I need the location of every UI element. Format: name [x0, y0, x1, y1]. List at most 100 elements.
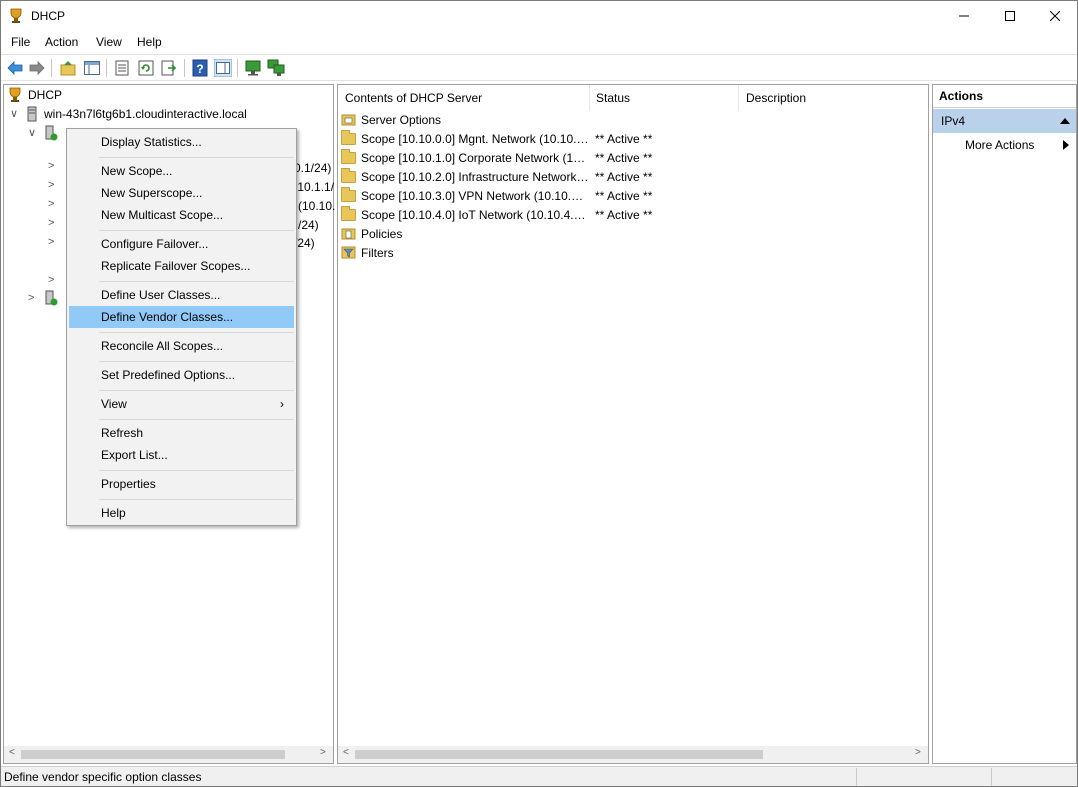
ctx-export-list[interactable]: Export List...	[69, 444, 294, 466]
scrollbar-thumb[interactable]	[355, 750, 763, 759]
tree-horizontal-scrollbar[interactable]: < >	[4, 746, 333, 763]
ctx-replicate-failover-scopes[interactable]: Replicate Failover Scopes...	[69, 255, 294, 277]
actions-section-label: IPv4	[941, 114, 966, 128]
chevron-right-icon[interactable]: >	[28, 292, 40, 304]
list-item[interactable]: Filters	[341, 243, 394, 262]
contents-horizontal-scrollbar[interactable]: < >	[338, 746, 928, 763]
ctx-configure-failover[interactable]: Configure Failover...	[69, 233, 294, 255]
scrollbar-thumb[interactable]	[21, 750, 285, 759]
actions-section-ipv4[interactable]: IPv4	[933, 109, 1076, 133]
chevron-down-icon[interactable]: ∨	[28, 126, 40, 139]
monitor-icon[interactable]	[244, 59, 262, 77]
back-arrow-icon[interactable]	[6, 59, 24, 77]
help-icon[interactable]: ?	[191, 59, 209, 77]
tree-item-scope[interactable]: >	[48, 194, 60, 213]
list-item[interactable]: Scope [10.10.4.0] IoT Network (10.10.4.1…	[341, 205, 652, 224]
column-header-contents[interactable]: Contents of DHCP Server	[338, 85, 590, 111]
ctx-separator	[99, 419, 294, 420]
scroll-right-icon[interactable]: >	[915, 747, 921, 758]
list-item[interactable]: Scope [10.10.0.0] Mgnt. Network (10.10.0…	[341, 129, 652, 148]
network-monitor-icon[interactable]	[267, 59, 285, 77]
tree-item-dhcp[interactable]: DHCP	[8, 85, 62, 104]
ctx-display-statistics[interactable]: Display Statistics...	[69, 131, 294, 153]
ctx-define-user-classes[interactable]: Define User Classes...	[69, 284, 294, 306]
policies-icon	[341, 228, 356, 240]
list-item-status: ** Active **	[595, 150, 653, 165]
folder-icon	[341, 205, 356, 221]
scroll-left-icon[interactable]: <	[343, 747, 349, 758]
contents-pane: Contents of DHCP Server Status Descripti…	[337, 84, 929, 764]
ctx-reconcile-all-scopes[interactable]: Reconcile All Scopes...	[69, 335, 294, 357]
server-options-icon	[341, 114, 356, 126]
list-item[interactable]: Policies	[341, 224, 402, 243]
collapse-up-icon[interactable]	[1060, 118, 1070, 124]
menu-help[interactable]: Help	[137, 35, 162, 49]
list-item-name: Server Options	[361, 112, 442, 127]
list-item-status: ** Active **	[595, 188, 653, 203]
tree-partial-label: /24)	[294, 235, 315, 250]
status-bar: Define vendor specific option classes	[1, 766, 1077, 786]
close-button[interactable]	[1032, 1, 1078, 31]
ctx-properties[interactable]: Properties	[69, 473, 294, 495]
ctx-view-label: View	[101, 397, 127, 411]
list-item-name: Scope [10.10.3.0] VPN Network (10.10.3.1…	[361, 188, 589, 203]
context-menu: Display Statistics... New Scope... New S…	[66, 128, 297, 526]
ctx-help[interactable]: Help	[69, 502, 294, 524]
ctx-view[interactable]: View ›	[69, 393, 294, 415]
ctx-define-vendor-classes[interactable]: Define Vendor Classes...	[69, 306, 294, 328]
actions-title: Actions	[933, 85, 1076, 108]
show-action-pane-icon[interactable]	[214, 59, 232, 77]
tree-partial-label: /24)	[298, 217, 319, 232]
menu-file[interactable]: File	[11, 35, 30, 49]
ctx-separator	[99, 157, 294, 158]
tree-item-scope[interactable]: >	[48, 156, 60, 175]
tree-item-scope[interactable]: >	[48, 213, 60, 232]
scroll-left-icon[interactable]: <	[9, 747, 15, 758]
chevron-right-icon[interactable]: >	[48, 198, 60, 210]
more-actions-link[interactable]: More Actions	[965, 138, 1034, 152]
chevron-down-icon[interactable]: ∨	[10, 107, 22, 120]
scroll-right-icon[interactable]: >	[320, 747, 326, 758]
properties-icon[interactable]	[113, 59, 131, 77]
forward-arrow-icon[interactable]	[28, 59, 46, 77]
chevron-right-icon[interactable]: >	[48, 160, 60, 172]
menu-view[interactable]: View	[96, 35, 122, 49]
tree-item-scope[interactable]: >	[48, 232, 60, 251]
ctx-refresh[interactable]: Refresh	[69, 422, 294, 444]
tree-item-ipv6[interactable]: >	[28, 288, 58, 307]
menu-action[interactable]: Action	[45, 35, 78, 49]
list-item-name: Scope [10.10.0.0] Mgnt. Network (10.10.0…	[361, 131, 589, 146]
up-folder-icon[interactable]	[59, 59, 77, 77]
tree-item-ipv4[interactable]: ∨	[28, 123, 58, 142]
tree-item-scope[interactable]: >	[48, 175, 60, 194]
column-header-status[interactable]: Status	[589, 85, 739, 111]
folder-icon	[341, 186, 356, 202]
ctx-separator	[99, 281, 294, 282]
list-item-name: Policies	[361, 226, 403, 241]
chevron-right-icon[interactable]: >	[48, 236, 60, 248]
chevron-right-icon[interactable]: >	[48, 274, 60, 286]
tree-item-filters[interactable]: >	[48, 270, 60, 289]
chevron-right-icon[interactable]: >	[48, 217, 60, 229]
show-hide-console-tree-icon[interactable]	[83, 59, 101, 77]
ctx-set-predefined-options[interactable]: Set Predefined Options...	[69, 364, 294, 386]
list-item[interactable]: Scope [10.10.3.0] VPN Network (10.10.3.1…	[341, 186, 652, 205]
ctx-new-scope[interactable]: New Scope...	[69, 160, 294, 182]
list-item-name: Scope [10.10.2.0] Infrastructure Network…	[361, 169, 589, 184]
ctx-new-multicast-scope[interactable]: New Multicast Scope...	[69, 204, 294, 226]
chevron-right-icon[interactable]: >	[48, 179, 60, 191]
menu-bar: File Action View Help	[1, 31, 1077, 53]
minimize-button[interactable]	[941, 1, 987, 31]
ctx-new-superscope[interactable]: New Superscope...	[69, 182, 294, 204]
list-item[interactable]: Server Options	[341, 110, 441, 129]
list-item[interactable]: Scope [10.10.1.0] Corporate Network (10.…	[341, 148, 652, 167]
column-header-description[interactable]: Description	[739, 85, 928, 111]
tree-item-server[interactable]: ∨ win-43n7l6tg6b1.cloudinteractive.local	[10, 104, 247, 123]
list-item-name: Filters	[361, 245, 394, 260]
tree-label-dhcp: DHCP	[28, 87, 63, 102]
maximize-button[interactable]	[987, 1, 1033, 31]
refresh-icon[interactable]	[137, 59, 155, 77]
export-list-icon[interactable]	[160, 59, 178, 77]
submenu-arrow-icon[interactable]	[1063, 140, 1069, 150]
list-item[interactable]: Scope [10.10.2.0] Infrastructure Network…	[341, 167, 652, 186]
